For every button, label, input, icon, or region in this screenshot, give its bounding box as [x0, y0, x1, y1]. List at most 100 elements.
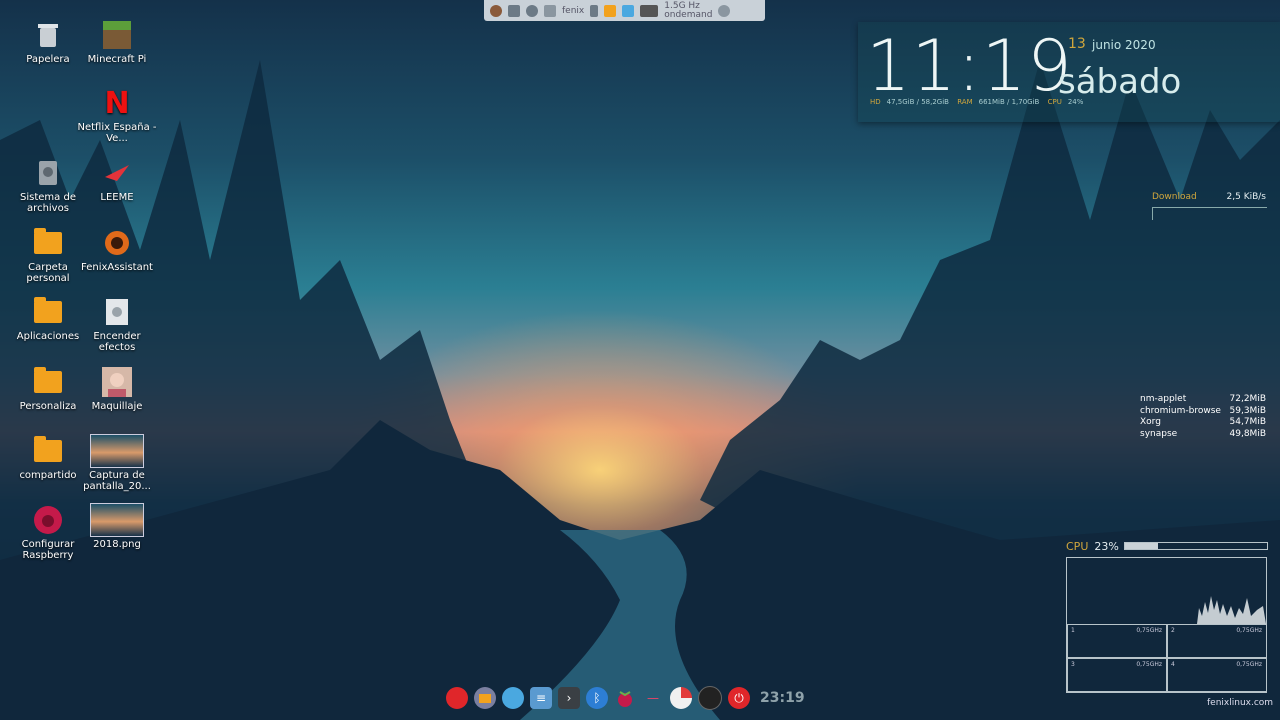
ram-value: 661MiB / 1,70GiB: [978, 98, 1040, 106]
process-row: nm-applet 72,2MiB: [1140, 394, 1266, 406]
clock-icon[interactable]: [698, 686, 722, 710]
power-icon[interactable]: ⏻: [728, 687, 750, 709]
desktop-icon-label: Netflix España - Ve...: [77, 122, 157, 144]
desktop-icon-label: FenixAssistant: [81, 262, 153, 273]
user-label: fenix: [562, 5, 585, 16]
cpu-freq-icon: [640, 4, 659, 17]
bluetooth-icon[interactable]: ᛒ: [586, 687, 608, 709]
text-editor-icon[interactable]: ≡: [530, 687, 552, 709]
process-row: Xorg 54,7MiB: [1140, 417, 1266, 429]
core-num: 4: [1171, 661, 1175, 668]
core-freq: 0,75GHz: [1236, 661, 1262, 668]
pie-chart-icon[interactable]: [670, 687, 692, 709]
clipboard-icon[interactable]: [590, 4, 599, 17]
desktop-icon-label: Encender efectos: [93, 331, 141, 353]
dock: ≡ › ᛒ — ⏻ 23:19: [446, 683, 834, 713]
core-graph: 2 0,75GHz: [1167, 624, 1267, 658]
download-graph: [1152, 207, 1267, 220]
desktop-icon-label: Maquillaje: [91, 401, 143, 412]
process-name: nm-applet: [1140, 394, 1187, 404]
process-name: chromium-browse: [1140, 405, 1221, 416]
desktop-icon-2018-png[interactable]: 2018.png: [76, 503, 158, 550]
cpu-widget-label: CPU: [1066, 540, 1089, 553]
desktop-icon-label: 2018.png: [93, 539, 141, 550]
process-list: nm-applet 72,2MiB chromium-browse 59,3MiB …: [1140, 394, 1266, 440]
cpu-value: 24%: [1067, 98, 1084, 106]
core-num: 2: [1171, 627, 1175, 634]
shared-folder-icon: [34, 436, 62, 462]
ram-label: RAM: [957, 98, 973, 106]
core-freq: 0,75GHz: [1236, 627, 1262, 634]
process-row: chromium-browse 59,3MiB: [1140, 406, 1266, 418]
process-name: Xorg: [1140, 417, 1161, 427]
terminal-icon[interactable]: ›: [558, 687, 580, 709]
core-num: 3: [1071, 661, 1075, 668]
window-icon[interactable]: [508, 4, 520, 17]
drive-icon: [39, 161, 57, 185]
hd-value: 47,5GiB / 58,2GiB: [886, 98, 949, 106]
core-graph: 1 0,75GHz: [1067, 624, 1167, 658]
folder-icon: [34, 367, 62, 393]
desktop-icon-label: Captura de pantalla_20...: [83, 470, 151, 492]
desktop-icon-netflix[interactable]: N Netflix España - Ve...: [76, 88, 158, 144]
browser-icon[interactable]: [502, 687, 524, 709]
browser-icon[interactable]: [622, 4, 635, 17]
process-name: synapse: [1140, 428, 1178, 439]
screenshot-thumbnail: [90, 434, 144, 468]
clock-weekday: sábado: [1058, 62, 1182, 102]
raspberry-icon[interactable]: [614, 687, 636, 709]
hd-label: HD: [870, 98, 881, 106]
process-mem: 54,7MiB: [1229, 417, 1266, 427]
raspberry-icon: [34, 506, 62, 534]
cpu-usage-fill: [1125, 543, 1158, 549]
desktop-icon-label: Minecraft Pi: [87, 54, 147, 65]
files-icon[interactable]: [474, 687, 496, 709]
desktop-icon-leeme[interactable]: LEEME: [76, 158, 158, 203]
trash-icon: [38, 24, 58, 47]
clock-widget: 11:19 13 junio 2020 sábado HD 47,5GiB / 5…: [858, 22, 1280, 122]
desktop-icon-captura[interactable]: Captura de pantalla_20...: [76, 434, 158, 492]
cpu-graph: 1 0,75GHz 2 0,75GHz 3 0,75GHz 4 0,75GHz: [1066, 557, 1267, 693]
cpu-total-graph: [1197, 596, 1266, 624]
fenix-logo-icon[interactable]: [490, 4, 502, 17]
process-mem: 49,8MiB: [1229, 428, 1266, 439]
image-thumbnail: [90, 503, 144, 537]
process-mem: 59,3MiB: [1229, 405, 1266, 416]
cpu-widget-value: 23%: [1094, 540, 1119, 553]
minecraft-icon: [103, 21, 131, 49]
network-icon[interactable]: [526, 4, 538, 17]
core-num: 1: [1071, 627, 1075, 634]
download-label: Download: [1152, 192, 1197, 202]
dock-time: 23:19: [760, 690, 805, 706]
process-row: synapse 49,8MiB: [1140, 429, 1266, 441]
settings-icon[interactable]: [718, 4, 731, 17]
cpu-label: CPU: [1047, 98, 1062, 106]
netflix-icon: N: [104, 85, 130, 121]
desktop-icon-minecraft[interactable]: Minecraft Pi: [76, 20, 158, 65]
folder-icon[interactable]: [604, 4, 617, 17]
gear-file-icon: [106, 299, 128, 325]
photo-icon: [102, 367, 132, 397]
cpu-usage-bar: [1124, 542, 1268, 550]
fenix-icon: [105, 231, 129, 255]
core-graph: 4 0,75GHz: [1167, 658, 1267, 692]
volume-icon[interactable]: [544, 4, 556, 17]
leeme-icon: [105, 165, 129, 181]
desktop-icon-label: LEEME: [100, 192, 134, 203]
folder-icon: [34, 297, 62, 323]
fenix-menu-icon[interactable]: [446, 687, 468, 709]
desktop-icon-maquillaje[interactable]: Maquillaje: [76, 367, 158, 412]
top-panel: fenix 1.5G Hz ondemand: [484, 0, 765, 21]
core-freq: 0,75GHz: [1136, 627, 1162, 634]
clock-day: 13: [1068, 36, 1086, 52]
volume-icon[interactable]: —: [642, 687, 664, 709]
desktop-icon-encender-efectos[interactable]: Encender efectos: [76, 297, 158, 353]
cpu-governor: ondemand: [664, 9, 713, 20]
cpu-freq-widget[interactable]: 1.5G Hz ondemand: [664, 1, 713, 20]
download-widget: Download 2,5 KiB/s: [1152, 192, 1267, 220]
clock-month-year: junio 2020: [1092, 38, 1156, 52]
cpu-widget: CPU 23% 1 0,75GHz 2 0,75GHz 3 0,75GHz 4 0,75G…: [1066, 540, 1268, 693]
desktop-icon-fenixassistant[interactable]: FenixAssistant: [76, 228, 158, 273]
core-graph: 3 0,75GHz: [1067, 658, 1167, 692]
footer-url: fenixlinux.com: [1207, 698, 1274, 708]
